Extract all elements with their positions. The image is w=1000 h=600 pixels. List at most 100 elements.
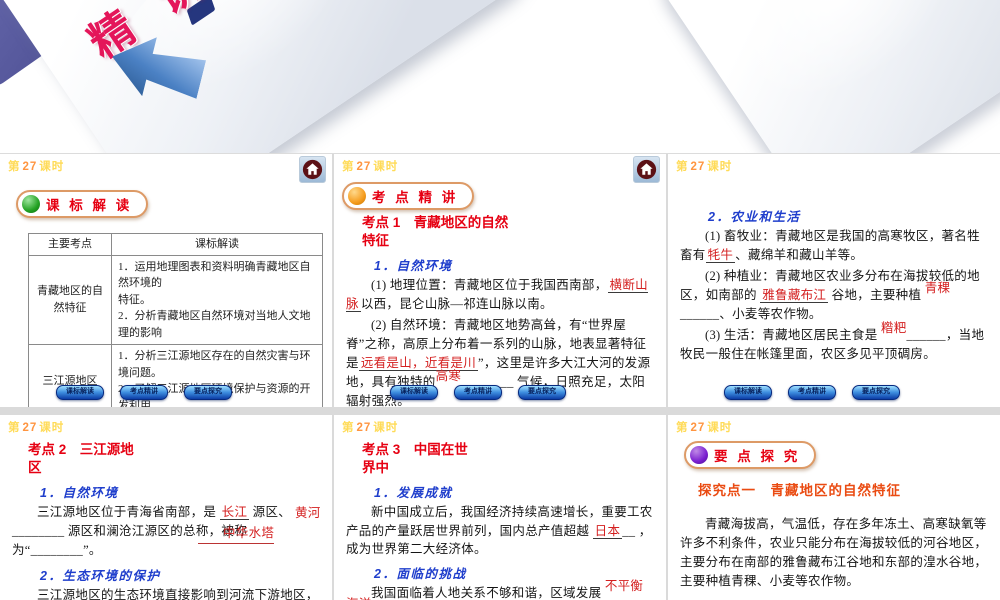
- text-run: 、小麦等农作物。: [719, 307, 822, 321]
- text-run: 、藏绵羊和藏山羊等。: [735, 248, 864, 262]
- lesson-suffix: 课时: [373, 161, 399, 173]
- text-run: ________: [30, 543, 84, 558]
- section-pill-kebiao: 课 标 解 读: [16, 190, 149, 218]
- subheading-eco-protection: 2．生态环境的保护: [40, 569, 161, 584]
- lesson-prefix: 第: [676, 422, 689, 434]
- answer-text: 青稞: [924, 281, 951, 296]
- subheading-natural-env: 1．自然环境: [40, 486, 119, 501]
- slide-handout-view: 精 讲 第 27 课时 课 标 解 读 主要考点 课标解读 青藏地区的自然特征 …: [0, 0, 1000, 600]
- paragraph: 三江源地区的生态环境直接影响到河流下游地区，近年来当地生态环境受到破坏，为此国家…: [12, 586, 322, 600]
- nav-button-kebiao[interactable]: 课标解读: [56, 385, 104, 400]
- nav-button-yaodian[interactable]: 要点探究: [518, 385, 566, 400]
- section-title: 考 点 精 讲: [372, 190, 459, 205]
- text-run: 以西，昆仑山脉—祁连山脉以南。: [360, 297, 553, 312]
- slide-panel-5: 第 27 课时 考点 3 中国在世界中 1．发展成就 新中国成立后，我国经济持续高速…: [334, 415, 666, 600]
- lesson-number: 第 27 课时: [8, 419, 64, 435]
- paragraph: (1) 地理位置：青藏地区位于我国西南部， 横断山脉 以西，昆仑山脉—祁连山脉以南。: [346, 276, 656, 314]
- text-run: __: [622, 523, 636, 538]
- home-button[interactable]: [299, 156, 326, 183]
- lesson-number: 第 27 课时: [342, 419, 398, 435]
- lesson-num: 27: [22, 422, 38, 434]
- text-run: (3) 生活：青藏地区居民主食是: [705, 328, 881, 342]
- lesson-prefix: 第: [676, 161, 689, 173]
- slide-panel-4: 第 27 课时 考点 2 三江源地区 1．自然环境 三江源地区位于青海省南部，是 长…: [0, 415, 332, 600]
- lesson-suffix: 课时: [707, 161, 733, 173]
- answer-huanghe: 黄河: [295, 506, 321, 521]
- section-pill-yaodian: 要 点 探 究: [684, 441, 817, 469]
- answer-text: 不平衡: [604, 578, 644, 593]
- lesson-num: 27: [690, 422, 706, 434]
- answer-text: 牦牛: [705, 248, 736, 263]
- answer-text: 高寒: [435, 368, 462, 383]
- section-pill-kaodian: 考 点 精 讲: [342, 182, 475, 210]
- table-row: 青藏地区的自然特征 1．运用地理图表和资料明确青藏地区自然环境的 特征。 2．分…: [28, 254, 323, 345]
- nav-button-kebiao[interactable]: 课标解读: [390, 385, 438, 400]
- slide-nav-row: 课标解读 考点精讲 要点探究: [56, 385, 232, 400]
- slide-panel-2: 第 27 课时 考 点 精 讲 考点 1 青藏地区的自然特征 1．自然环境 (1) …: [334, 154, 666, 407]
- paragraph: 新中国成立后，我国经济持续高速增长，重要工农产品的产量跃居世界前列，国内总产值超…: [346, 503, 656, 557]
- slide-panel-1: 第 27 课时 课 标 解 读 主要考点 课标解读 青藏地区的自然特征 1．运用地理…: [0, 154, 332, 407]
- lesson-prefix: 第: [342, 161, 355, 173]
- answer-text: 雅鲁藏布江: [760, 288, 829, 303]
- text-run: 青藏海拔高，气温低，存在多年冻土、高寒缺氧等许多不利条件，农业只能分布在海拔较低…: [680, 517, 988, 588]
- text-run: 谷地，主要种植: [828, 288, 925, 302]
- purple-ball-icon: [690, 446, 708, 464]
- table-header-topic: 主要考点: [28, 233, 112, 256]
- text-run: ______: [906, 328, 946, 342]
- lesson-num: 27: [356, 161, 372, 173]
- slide-nav-row: 课标解读 考点精讲 要点探究: [724, 385, 900, 400]
- lesson-suffix: 课时: [39, 422, 65, 434]
- paragraph: (2) 种植业：青藏地区农业多分布在海拔较低的地区，如南部的 雅鲁藏布江 谷地，…: [680, 267, 990, 324]
- text-run: 我国面临着人地关系不够和谐，区域发展: [371, 585, 605, 600]
- nav-button-kaodian[interactable]: 考点精讲: [788, 385, 836, 400]
- lesson-number: 第 27 课时: [676, 158, 732, 174]
- section-title: 要 点 探 究: [714, 449, 801, 464]
- nav-button-yaodian[interactable]: 要点探究: [184, 385, 232, 400]
- row-topic: 青藏地区的自然特征: [28, 254, 112, 345]
- nav-button-kaodian[interactable]: 考点精讲: [454, 385, 502, 400]
- orange-ball-icon: [348, 187, 366, 205]
- lesson-suffix: 课时: [373, 422, 399, 434]
- nav-button-yaodian[interactable]: 要点探究: [852, 385, 900, 400]
- lesson-suffix: 课时: [39, 161, 65, 173]
- paragraph: 我国面临着人地关系不够和谐，区域发展 不平衡海洋________ ，______…: [346, 579, 656, 600]
- answer-text: 长江: [219, 505, 250, 521]
- exam-point-2-title: 考点 2 三江源地区: [28, 442, 134, 476]
- lesson-num: 27: [690, 161, 706, 173]
- lesson-prefix: 第: [8, 161, 21, 173]
- slide-panel-3: 第 27 课时 2．农业和生活 (1) 畜牧业：青藏地区是我国的高寒牧区，著名牲畜有…: [668, 154, 1000, 407]
- lesson-prefix: 第: [342, 422, 355, 434]
- nav-button-kaodian[interactable]: 考点精讲: [120, 385, 168, 400]
- decor-band: 精 讲: [0, 0, 1000, 153]
- lesson-number: 第 27 课时: [8, 158, 64, 174]
- text-run: 三江源地区位于青海省南部，是: [37, 505, 220, 520]
- exam-point-1-title: 考点 1 青藏地区的自然特征: [362, 215, 509, 249]
- paragraph: 青藏海拔高，气温低，存在多年冻土、高寒缺氧等许多不利条件，农业只能分布在海拔较低…: [680, 515, 990, 591]
- text-run: 三江源地区的生态环境直接影响到河流下游地区，近年来当地生态环境受到破坏，为此国家…: [37, 588, 319, 600]
- table-header-detail: 课标解读: [111, 233, 323, 256]
- lesson-number: 第 27 课时: [342, 158, 398, 174]
- home-icon: [302, 159, 323, 180]
- paragraph: 三江源地区位于青海省南部，是 长江 源区、________ 源区和澜沧江源区的总…: [12, 503, 322, 560]
- lesson-prefix: 第: [8, 422, 21, 434]
- subheading-achievements: 1．发展成就: [374, 486, 453, 501]
- course-standard-table: 主要考点 课标解读 青藏地区的自然特征 1．运用地理图表和资料明确青藏地区自然环…: [28, 233, 323, 407]
- lesson-num: 27: [356, 422, 372, 434]
- row-detail: 1．运用地理图表和资料明确青藏地区自然环境的 特征。 2．分析青藏地区自然环境对…: [111, 254, 323, 345]
- section-title: 课 标 解 读: [46, 198, 133, 213]
- lesson-num: 27: [22, 161, 38, 173]
- text-run: (1) 地理位置：青藏地区位于我国西南部，: [371, 278, 608, 293]
- subheading-agriculture: 2．农业和生活: [708, 210, 801, 224]
- lesson-number: 第 27 课时: [676, 419, 732, 435]
- slide-grid: 第 27 课时 课 标 解 读 主要考点 课标解读 青藏地区的自然特征 1．运用地理…: [0, 153, 1000, 600]
- text-run: ______: [680, 307, 720, 321]
- home-button[interactable]: [633, 156, 660, 183]
- answer-text: 糌粑: [880, 321, 907, 336]
- subheading-natural-env: 1．自然环境: [374, 259, 453, 274]
- nav-button-kebiao[interactable]: 课标解读: [724, 385, 772, 400]
- home-icon: [636, 159, 657, 180]
- slide-nav-row: 课标解读 考点精讲 要点探究: [390, 385, 566, 400]
- paragraph: (1) 畜牧业：青藏地区是我国的高寒牧区，著名牲畜有 牦牛 、藏绵羊和藏山羊等。: [680, 227, 990, 265]
- answer-zhonghuashuita: 中华水塔: [198, 524, 275, 545]
- lesson-suffix: 课时: [707, 422, 733, 434]
